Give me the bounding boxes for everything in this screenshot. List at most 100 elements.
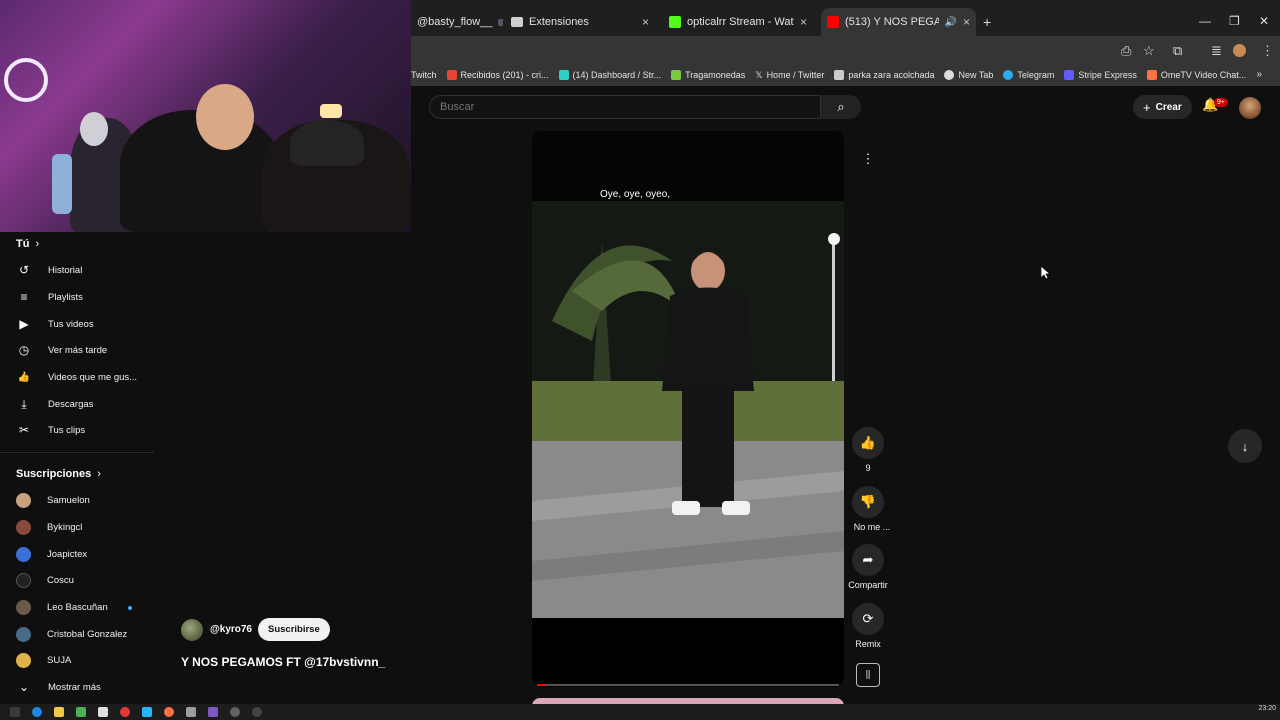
speaker-icon[interactable]: 🔊 xyxy=(945,17,957,28)
chrome-icon[interactable] xyxy=(164,707,174,717)
gmail-icon xyxy=(446,70,457,80)
app-icon[interactable] xyxy=(252,707,262,717)
video-icon: ▶ xyxy=(19,317,29,331)
close-window-icon[interactable]: ✕ xyxy=(1259,14,1269,28)
sidebar-item-coscu[interactable]: Coscu xyxy=(0,568,154,592)
dislike-button[interactable]: 👎 xyxy=(852,486,884,518)
youtube-icon xyxy=(827,16,839,28)
short-progress-bar[interactable] xyxy=(537,684,839,686)
edge-icon[interactable] xyxy=(32,707,42,717)
live-indicator xyxy=(128,606,132,610)
bookmark-telegram[interactable]: Telegram xyxy=(1003,70,1054,80)
start-icon[interactable] xyxy=(10,707,20,717)
chevron-right-icon: › xyxy=(97,468,101,480)
short-caption: Oye, oye, oyeo, xyxy=(600,189,671,200)
profile-avatar[interactable] xyxy=(1233,44,1246,57)
tab-close-icon[interactable]: × xyxy=(642,15,649,29)
short-channel-avatar[interactable] xyxy=(181,619,203,641)
video-scene xyxy=(532,201,844,618)
bookmark-twitch[interactable]: Twitch xyxy=(411,70,437,80)
minimize-icon[interactable]: — xyxy=(1199,14,1211,28)
you-section-title[interactable]: Tú › xyxy=(16,238,39,250)
app-icon[interactable] xyxy=(186,707,196,717)
sidebar-item-samuelon[interactable]: Samuelon xyxy=(0,488,154,512)
search-input[interactable] xyxy=(430,96,820,118)
sidebar-item-ver-mas-tarde[interactable]: ◷ Ver más tarde xyxy=(0,338,154,362)
star-icon[interactable]: ☆ xyxy=(1143,43,1155,59)
tab-close-icon[interactable]: × xyxy=(963,15,970,29)
taskbar xyxy=(0,704,1280,720)
media-control-icon[interactable]: ≣ xyxy=(1211,43,1222,59)
more-bookmarks-icon[interactable]: » xyxy=(1256,69,1262,80)
next-short-button[interactable]: ↓ xyxy=(1228,429,1262,463)
sidebar-item-joapictex[interactable]: Joapictex xyxy=(0,542,154,566)
tab-youtube-short[interactable]: (513) Y NOS PEGAMOS FT 🔊 × xyxy=(821,8,976,36)
new-tab-icon[interactable]: + xyxy=(983,14,991,30)
sidebar-item-bykingcl[interactable]: Bykingcl xyxy=(0,515,154,539)
telegram-icon[interactable] xyxy=(142,707,152,717)
install-icon[interactable]: ⎙ xyxy=(1121,43,1131,59)
screen: @basty_flow__ × Extensiones × opticalrr … xyxy=(0,0,1280,720)
search-box xyxy=(429,95,821,119)
like-button[interactable]: 👍 xyxy=(852,427,884,459)
bookmark-zara[interactable]: parka zara acolchada xyxy=(834,70,934,80)
chevron-down-icon: ⌄ xyxy=(18,680,30,694)
kick-icon xyxy=(669,16,681,28)
discord-icon[interactable] xyxy=(208,707,218,717)
sidebar-item-tus-clips[interactable]: ✂ Tus clips xyxy=(0,418,154,442)
tab-close-icon[interactable]: × xyxy=(800,15,807,29)
person-right-cap xyxy=(290,120,364,166)
thumb-down-icon: 👎 xyxy=(859,494,877,509)
tab-extensiones[interactable]: Extensiones × xyxy=(505,11,655,33)
bookmark-new-tab[interactable]: New Tab xyxy=(944,70,993,80)
sidebar-item-cristobal-gonzalez[interactable]: Cristobal Gonzalez xyxy=(0,622,154,646)
zara-icon xyxy=(834,70,845,80)
show-more-button[interactable]: ⌄ Mostrar más xyxy=(0,675,154,699)
tab-basty-flow[interactable]: @basty_flow__ × xyxy=(411,11,503,33)
menu-dots-icon[interactable]: ⋮ xyxy=(1261,43,1274,59)
explorer-icon[interactable] xyxy=(54,707,64,717)
channel-avatar xyxy=(16,652,31,668)
bookmark-gmail[interactable]: Recibidos (201) - cri... xyxy=(446,70,549,80)
remix-button[interactable]: ⟳ xyxy=(852,603,884,635)
subscribe-button[interactable]: Suscribirse xyxy=(258,618,330,641)
subscriptions-section-title[interactable]: Suscripciones › xyxy=(16,468,101,480)
sound-thumbnail[interactable]: ⫼ xyxy=(856,663,880,687)
bookmark-twitter[interactable]: 𝕏 Home / Twitter xyxy=(755,70,824,81)
short-video-frame xyxy=(532,201,844,618)
sidebar-item-suja[interactable]: SUJA xyxy=(0,648,154,672)
tab-kick-stream[interactable]: opticalrr Stream - Watch Live o × xyxy=(663,11,813,33)
account-avatar[interactable] xyxy=(1239,97,1261,119)
audio-wave-icon: ⫼ xyxy=(865,669,871,681)
display-icon xyxy=(498,18,503,26)
short-channel-name[interactable]: @kyro76 xyxy=(210,624,252,635)
obs-icon[interactable] xyxy=(120,707,130,717)
scissors-icon: ✂ xyxy=(18,423,30,437)
sidebar-item-playlists[interactable]: ≡ Playlists xyxy=(0,285,154,309)
mouse-cursor xyxy=(1041,266,1051,280)
sidebar-item-liked-videos[interactable]: 👍 Videos que me gus... xyxy=(0,365,154,389)
sidebar-item-historial[interactable]: ↺ Historial xyxy=(0,258,154,282)
mail-icon[interactable] xyxy=(98,707,108,717)
bookmark-tragamonedas[interactable]: Tragamonedas xyxy=(671,70,745,80)
puzzle-icon xyxy=(511,17,523,27)
short-video-player[interactable]: Oye, oye, oyeo, xyxy=(532,131,844,687)
steam-icon[interactable] xyxy=(230,707,240,717)
app-icon[interactable] xyxy=(76,707,86,717)
search-button[interactable]: ⌕ xyxy=(821,95,861,119)
thumb-up-icon: 👍 xyxy=(17,371,31,383)
extensions-icon[interactable]: ⧉ xyxy=(1173,43,1182,59)
bookmark-ometv[interactable]: OmeTV Video Chat... xyxy=(1146,70,1246,80)
sidebar-item-descargas[interactable]: ⤓ Descargas xyxy=(0,392,154,416)
sidebar-divider xyxy=(0,452,154,453)
bookmark-stripe[interactable]: Stripe Express xyxy=(1064,70,1137,80)
restore-icon[interactable]: ❐ xyxy=(1229,14,1240,28)
bookmark-dashboard[interactable]: (14) Dashboard / Str... xyxy=(558,70,661,80)
create-button[interactable]: + Crear xyxy=(1133,95,1192,119)
share-button[interactable]: ➦ xyxy=(852,544,884,576)
x-logo-icon: 𝕏 xyxy=(755,69,763,80)
sidebar-item-tus-videos[interactable]: ▶ Tus videos xyxy=(0,312,154,336)
telegram-icon xyxy=(1003,70,1014,80)
more-options-button[interactable]: ⋮ xyxy=(852,143,884,175)
playlist-icon: ≡ xyxy=(20,290,28,304)
